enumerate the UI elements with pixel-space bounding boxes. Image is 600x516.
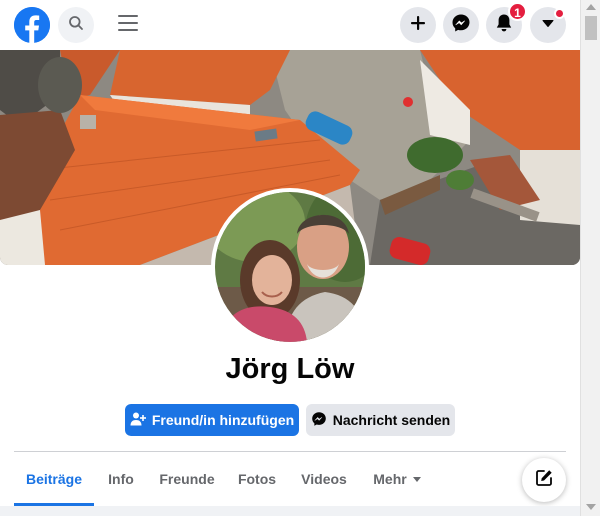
top-navigation: 1 (0, 0, 580, 50)
profile-page: 1 Jörg Löw Freund/in hinzufügen Nachrich… (0, 0, 600, 516)
tab-mehr[interactable]: Mehr (366, 452, 428, 506)
plus-icon (409, 14, 427, 37)
add-friend-button[interactable]: Freund/in hinzufügen (125, 404, 299, 436)
tab-videos[interactable]: Videos (294, 452, 354, 506)
caret-down-icon (412, 476, 421, 482)
messenger-icon (311, 411, 327, 430)
account-alert-dot (554, 8, 565, 19)
scrollbar-thumb[interactable] (585, 16, 597, 40)
avatar (215, 192, 365, 342)
tab-label: Info (108, 471, 134, 487)
tab-label: Fotos (237, 471, 277, 487)
tab-label: Freunde (159, 471, 215, 487)
add-friend-label: Freund/in hinzufügen (151, 412, 295, 428)
hamburger-menu-icon (117, 13, 139, 38)
add-friend-icon (130, 411, 146, 430)
tab-beitraege[interactable]: Beiträge (14, 452, 94, 506)
send-message-label: Nachricht senden (332, 412, 451, 428)
new-post-button[interactable] (522, 458, 566, 502)
send-message-button[interactable]: Nachricht senden (306, 404, 455, 436)
notifications-badge: 1 (508, 2, 527, 21)
search-icon (68, 15, 84, 36)
profile-picture[interactable] (211, 188, 369, 346)
search-button[interactable] (58, 7, 94, 43)
tab-label: Videos (301, 471, 347, 487)
scrollbar[interactable] (580, 0, 600, 516)
caret-down-icon (541, 16, 555, 35)
create-button[interactable] (400, 7, 436, 43)
messenger-icon (451, 13, 471, 38)
facebook-logo-icon[interactable] (14, 7, 50, 43)
tab-info[interactable]: Info (98, 452, 144, 506)
edit-icon (534, 468, 554, 493)
tab-freunde[interactable]: Freunde (154, 452, 220, 506)
messenger-button[interactable] (443, 7, 479, 43)
tab-label: Mehr (373, 471, 407, 487)
scroll-up-arrow-icon[interactable] (586, 4, 596, 10)
scroll-down-arrow-icon[interactable] (586, 504, 596, 510)
tab-fotos[interactable]: Fotos (232, 452, 282, 506)
menu-button[interactable] (113, 10, 143, 40)
profile-tabs: Beiträge Info Freunde Fotos Videos Mehr (14, 452, 514, 506)
tab-label: Beiträge (25, 471, 83, 487)
content-background (0, 506, 580, 516)
profile-name: Jörg Löw (225, 353, 355, 385)
